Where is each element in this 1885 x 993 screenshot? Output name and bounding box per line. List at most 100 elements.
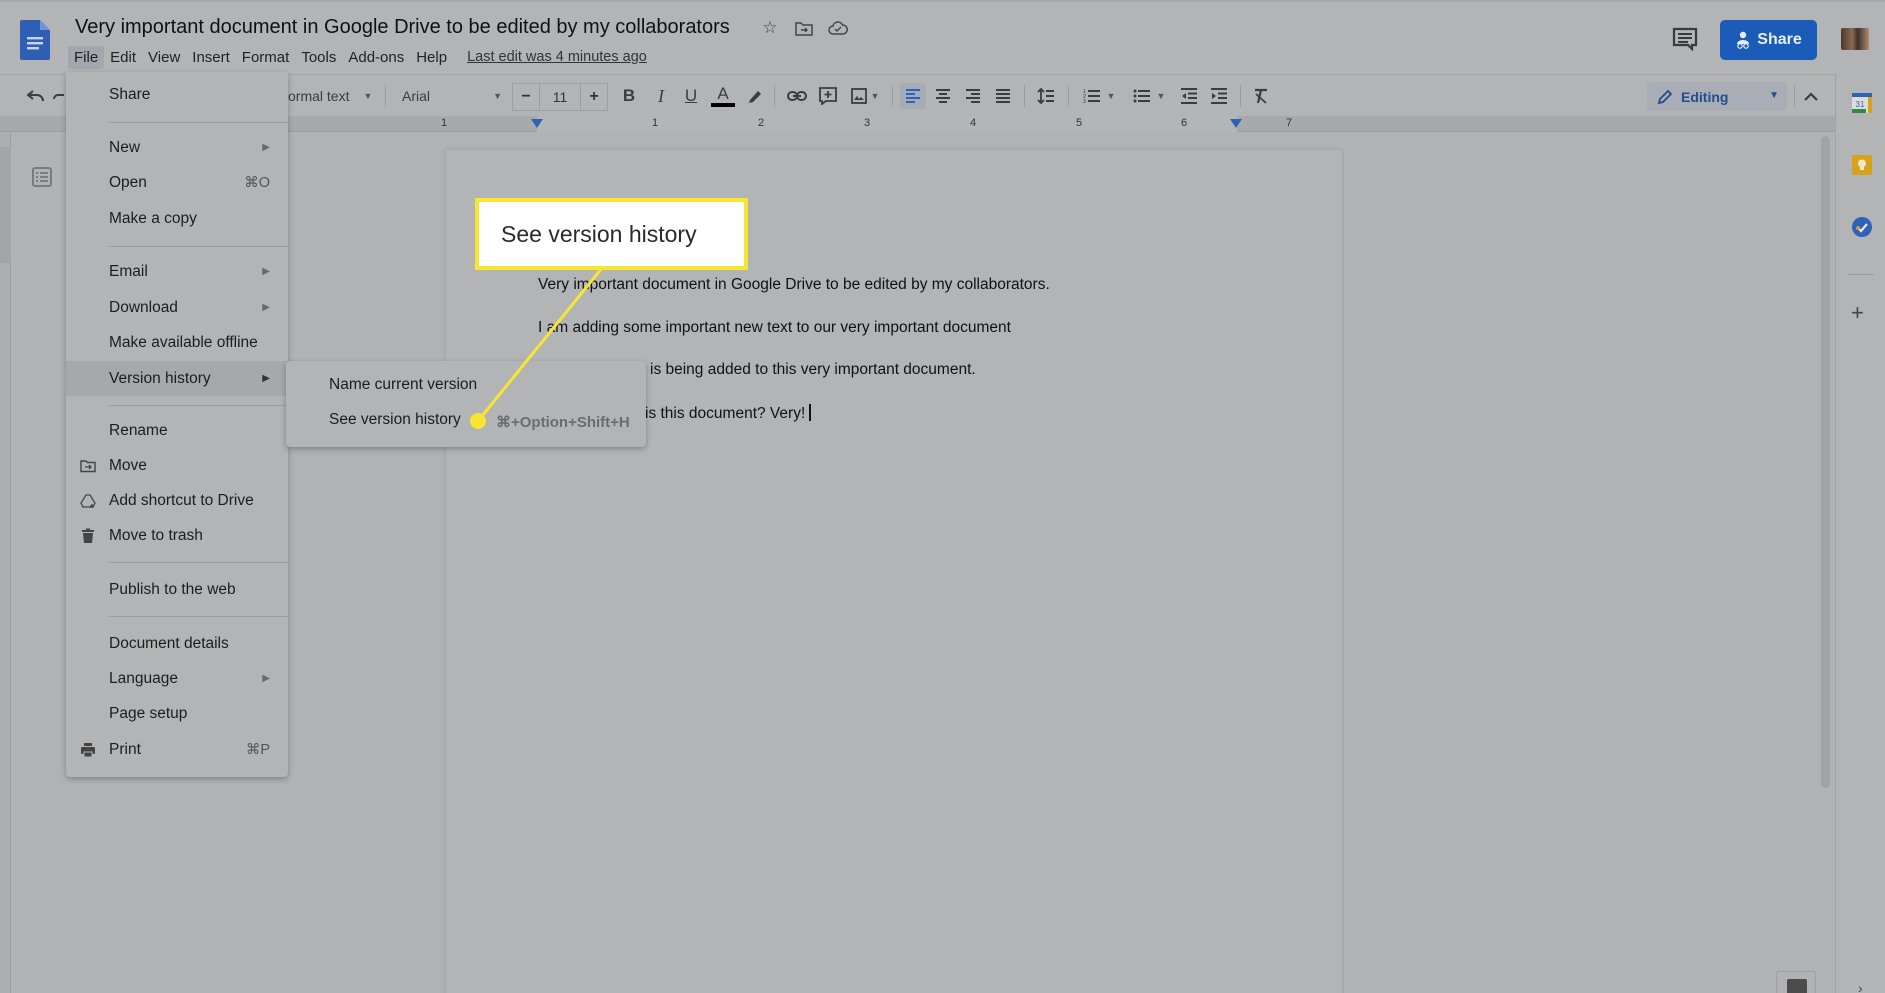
menu-item-label: Version history [109,369,211,387]
submenu-arrow-icon: ▶ [262,373,270,384]
bulleted-list-button[interactable]: ▼ [1128,83,1170,109]
menu-view[interactable]: View [142,46,186,69]
decrease-font-size-button[interactable]: − [513,84,539,110]
menu-item-name-current-version[interactable]: Name current version [329,376,477,394]
menu-item-new[interactable]: New ▶ [66,131,288,164]
menu-item-publish-to-web[interactable]: Publish to the web [66,573,288,606]
increase-indent-icon[interactable] [1206,83,1232,109]
editing-mode-dropdown[interactable]: Editing ▼ [1647,82,1787,111]
undo-icon[interactable] [24,83,48,109]
document-paragraph-last[interactable]: is this document? Very! [645,404,811,423]
docs-logo-icon[interactable] [20,20,50,60]
cloud-saved-icon[interactable] [828,18,848,38]
comment-history-icon[interactable] [1672,27,1698,51]
menu-item-label: Share [109,85,151,103]
decrease-indent-icon[interactable] [1176,83,1202,109]
menu-item-rename[interactable]: Rename [66,414,288,447]
underline-button[interactable]: U [680,83,702,109]
menu-addons[interactable]: Add-ons [342,46,410,69]
document-paragraph[interactable]: I am adding some important new text to o… [538,319,1011,337]
version-history-submenu: Name current version See version history… [286,361,646,447]
menu-item-document-details[interactable]: Document details [66,627,288,660]
menu-edit[interactable]: Edit [104,46,142,69]
align-left-icon[interactable] [900,83,926,109]
menu-item-label: Email [109,262,148,280]
menu-item-label: Document details [109,634,229,652]
menu-insert[interactable]: Insert [186,46,236,69]
menu-item-download[interactable]: Download ▶ [66,291,288,324]
chevron-down-icon: ▼ [363,91,373,101]
menu-item-move[interactable]: Move [66,449,288,482]
document-paragraph[interactable]: is being added to this very important do… [650,361,976,379]
align-justify-icon[interactable] [990,83,1016,109]
add-comment-icon[interactable] [816,83,840,109]
document-outline-icon[interactable] [32,167,52,187]
bulleted-list-icon [1133,89,1150,103]
highlight-icon[interactable] [744,83,766,109]
insert-link-icon[interactable] [784,83,810,109]
menu-item-open[interactable]: Open ⌘O [66,166,288,199]
share-label: Share [1757,31,1802,48]
font-size-input[interactable]: 11 [539,84,581,110]
menu-item-make-a-copy[interactable]: Make a copy [66,202,288,235]
paragraph-text: is this document? Very! [645,405,806,422]
account-avatar[interactable] [1841,28,1869,50]
menu-file[interactable]: File [68,46,105,69]
menu-item-version-history[interactable]: Version history ▶ [66,361,288,396]
menu-item-page-setup[interactable]: Page setup [66,697,288,730]
chevron-down-icon: ▼ [870,91,880,101]
last-edit-link[interactable]: Last edit was 4 minutes ago [467,46,647,69]
explore-icon [1787,979,1807,993]
svg-text:3: 3 [1083,99,1086,104]
explore-button[interactable] [1776,971,1816,993]
callout-box: See version history [475,198,748,270]
collapse-toolbar-icon[interactable] [1800,83,1822,109]
move-to-folder-icon[interactable] [794,18,814,38]
chevron-right-icon[interactable]: › [1858,980,1863,993]
vertical-scrollbar[interactable] [1821,136,1830,788]
insert-image-button[interactable]: ▼ [846,83,884,109]
numbered-list-button[interactable]: 123 ▼ [1078,83,1120,109]
side-panel-divider [1848,274,1874,275]
menu-item-move-to-trash[interactable]: Move to trash [66,519,288,552]
menu-item-make-available-offline[interactable]: Make available offline [66,326,288,359]
add-icon[interactable]: + [1851,302,1864,324]
menu-item-label: Language [109,669,178,687]
menu-item-email[interactable]: Email ▶ [66,255,288,288]
menu-item-add-shortcut[interactable]: Add shortcut to Drive [66,484,288,517]
document-title[interactable]: Very important document in Google Drive … [75,16,730,39]
font-size-control: − 11 + [512,83,608,111]
calendar-icon[interactable]: 31 [1851,92,1873,114]
menu-item-label: Open [109,173,147,191]
text-color-button[interactable]: A [710,83,736,109]
bold-button[interactable]: B [618,83,640,109]
chevron-down-icon: ▼ [1106,91,1116,101]
redo-icon[interactable] [52,83,66,109]
align-center-icon[interactable] [930,83,956,109]
menu-item-label: Publish to the web [109,580,236,598]
font-family-dropdown[interactable]: Arial ▼ [402,83,502,109]
share-button[interactable]: Share [1720,20,1817,60]
menu-item-print[interactable]: Print ⌘P [66,733,288,766]
line-spacing-icon[interactable] [1033,83,1059,109]
keep-icon[interactable] [1851,154,1873,176]
menu-item-share[interactable]: Share [66,78,288,111]
left-indent-marker[interactable] [531,119,543,128]
paragraph-style-dropdown[interactable]: ormal text ▼ [288,83,378,109]
menu-format[interactable]: Format [236,46,296,69]
document-paragraph[interactable]: Very important document in Google Drive … [538,276,1050,294]
menu-help[interactable]: Help [410,46,453,69]
menu-item-language[interactable]: Language ▶ [66,662,288,695]
star-icon[interactable]: ☆ [760,18,780,38]
right-indent-marker[interactable] [1230,119,1242,128]
increase-font-size-button[interactable]: + [581,84,607,110]
shortcut-label: ⌘O [244,174,270,191]
ruler-label: 4 [970,117,977,129]
italic-button[interactable]: I [650,83,672,109]
align-right-icon[interactable] [960,83,986,109]
clear-formatting-icon[interactable] [1248,83,1274,109]
menu-tools[interactable]: Tools [295,46,342,69]
tasks-icon[interactable] [1851,216,1873,238]
ruler-label: 6 [1181,117,1188,129]
menu-item-see-version-history[interactable]: See version history [329,411,461,429]
